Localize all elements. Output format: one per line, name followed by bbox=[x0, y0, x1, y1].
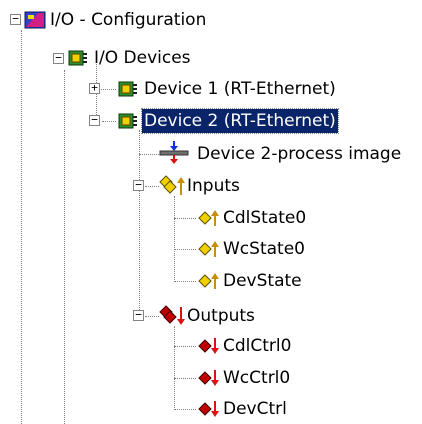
tree-node-outputs[interactable]: Outputs bbox=[185, 304, 257, 328]
tree-node-io-devices[interactable]: I/O Devices bbox=[92, 46, 193, 70]
io-devices-collapse-toggle[interactable]: − bbox=[53, 52, 64, 64]
device-card-icon bbox=[67, 48, 89, 73]
device-card-icon bbox=[117, 79, 139, 104]
input-variable-icon bbox=[198, 271, 220, 296]
inputs-group-icon bbox=[159, 175, 185, 202]
tree-node-output-variable[interactable]: CdlCtrl0 bbox=[221, 334, 293, 358]
tree-node-device-1[interactable]: Device 1 (RT-Ethernet) bbox=[142, 77, 338, 101]
device1-expand-toggle[interactable]: + bbox=[89, 82, 100, 94]
tree-node-output-variable[interactable]: WcCtrl0 bbox=[221, 366, 292, 390]
inputs-collapse-toggle[interactable]: − bbox=[133, 179, 144, 191]
tree-node-process-image[interactable]: Device 2-process image bbox=[195, 142, 403, 166]
output-variable-icon bbox=[198, 399, 220, 424]
tree-line bbox=[174, 409, 196, 410]
tree-line bbox=[21, 30, 22, 424]
tree-node-output-variable[interactable]: DevCtrl bbox=[221, 397, 289, 421]
tree-node-device-2[interactable]: Device 2 (RT-Ethernet) bbox=[141, 108, 339, 134]
tree-line bbox=[145, 186, 159, 187]
tree-line bbox=[64, 70, 65, 424]
root-collapse-toggle[interactable]: − bbox=[10, 13, 21, 25]
device-card-icon bbox=[117, 111, 139, 136]
tree-node-input-variable[interactable]: DevState bbox=[221, 269, 304, 293]
config-icon bbox=[24, 11, 46, 34]
input-variable-icon bbox=[198, 208, 220, 233]
outputs-collapse-toggle[interactable]: − bbox=[133, 309, 144, 321]
tree-node-input-variable[interactable]: WcState0 bbox=[221, 237, 307, 261]
output-variable-icon bbox=[198, 336, 220, 361]
tree-line bbox=[145, 316, 159, 317]
tree-line bbox=[174, 378, 196, 379]
tree-line bbox=[139, 154, 159, 155]
tree-line bbox=[174, 218, 196, 219]
tree-line bbox=[139, 130, 140, 316]
tree-line bbox=[102, 121, 116, 122]
device2-collapse-toggle[interactable]: − bbox=[89, 114, 100, 126]
process-image-icon bbox=[159, 141, 189, 170]
outputs-group-icon bbox=[159, 305, 185, 332]
input-variable-icon bbox=[198, 239, 220, 264]
tree-line bbox=[174, 281, 196, 282]
tree-line bbox=[174, 346, 196, 347]
tree-line bbox=[174, 326, 175, 410]
tree-line bbox=[174, 196, 175, 282]
tree-node-input-variable[interactable]: CdlState0 bbox=[221, 206, 308, 230]
tree-node-io-configuration[interactable]: I/O - Configuration bbox=[48, 8, 208, 32]
output-variable-icon bbox=[198, 368, 220, 393]
tree-node-inputs[interactable]: Inputs bbox=[185, 174, 242, 198]
tree-line bbox=[174, 249, 196, 250]
